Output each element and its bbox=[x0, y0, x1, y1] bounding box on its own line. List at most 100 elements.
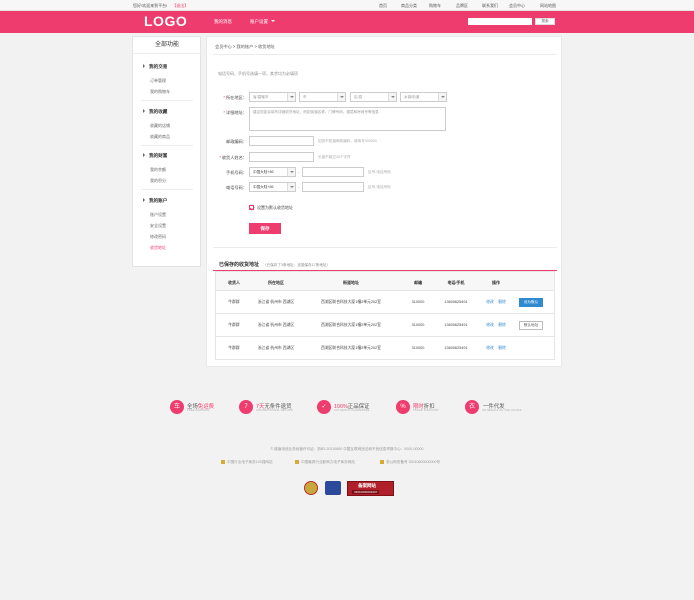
sidebar-section-label: 我的财富 bbox=[149, 153, 168, 158]
street-select[interactable]: 乡镇/街道 bbox=[400, 92, 447, 102]
divider bbox=[141, 145, 193, 146]
saved-addresses-title: 已保存的收货地址 （已保存了3条地址，还能保存17条地址） bbox=[219, 261, 330, 268]
delete-link[interactable]: 删除 bbox=[497, 346, 507, 351]
top-link-brands[interactable]: 品牌区 bbox=[456, 3, 468, 9]
top-link-cart[interactable]: 购物车 bbox=[429, 3, 441, 9]
sidebar-section-trade[interactable]: 我的交易 bbox=[143, 64, 167, 70]
sidebar-item-balance[interactable]: 我的余额 bbox=[150, 167, 166, 173]
header bbox=[0, 11, 694, 33]
sidebar-item-orders[interactable]: 订单管理 bbox=[150, 78, 166, 84]
top-link-categories[interactable]: 商品分类 bbox=[401, 3, 417, 9]
zip-label: 邮政编码： bbox=[226, 139, 247, 144]
district-select[interactable]: 区/县 bbox=[350, 92, 397, 102]
search-button[interactable]: 搜索 bbox=[535, 18, 555, 25]
edit-link[interactable]: 修改 bbox=[485, 346, 495, 351]
col-zip: 邮编 bbox=[414, 280, 422, 285]
search-input[interactable] bbox=[468, 18, 532, 25]
region-label: *所在地区： bbox=[223, 95, 247, 100]
divider bbox=[141, 100, 193, 101]
default-address-checkbox[interactable] bbox=[249, 205, 254, 210]
footer-award-1: 中国行业电子商务100强网站 bbox=[221, 460, 273, 465]
sidebar-section-wealth[interactable]: 我的财富 bbox=[143, 153, 167, 159]
chevron-down-icon bbox=[287, 168, 295, 176]
sidebar-section-favorites[interactable]: 我的收藏 bbox=[143, 109, 167, 115]
top-link-contact[interactable]: 联系我们 bbox=[482, 3, 498, 9]
chevron-down-icon bbox=[438, 93, 446, 101]
logout-link[interactable]: 【退出】 bbox=[172, 3, 188, 8]
default-address-button[interactable]: 默认地址 bbox=[519, 321, 543, 330]
chevron-down-icon bbox=[388, 93, 396, 101]
sidebar-item-account-settings[interactable]: 账户设置 bbox=[150, 212, 166, 218]
sidebar-item-fav-goods[interactable]: 收藏的商品 bbox=[150, 134, 170, 140]
calendar-icon: 7 bbox=[239, 400, 253, 414]
sidebar-section-account[interactable]: 我的账户 bbox=[143, 198, 167, 204]
nav-account-settings[interactable]: 账户设置 bbox=[250, 19, 275, 25]
top-link-sitemap[interactable]: 网站地图 bbox=[540, 3, 556, 9]
feature-subtitle: UNCONDITIONAL RETURN bbox=[256, 409, 293, 412]
logo[interactable]: LOGO bbox=[144, 13, 187, 29]
badge-title: 备案网站 bbox=[358, 483, 376, 488]
mobile-input[interactable] bbox=[302, 167, 364, 177]
save-button[interactable]: 保存 bbox=[249, 223, 281, 234]
mobile-hint: 区号-电话号码 bbox=[368, 170, 391, 174]
footer-license: © 增值电信业务经营许可证：浙B2-20110860 中国互联网违法和不良信息举… bbox=[270, 447, 424, 451]
chevron-down-icon bbox=[271, 20, 275, 22]
dash: - bbox=[298, 169, 300, 174]
set-default-button[interactable]: 设为默认 bbox=[519, 298, 543, 307]
col-phone: 电话/手机 bbox=[447, 280, 465, 285]
top-link-member[interactable]: 会员中心 bbox=[509, 3, 525, 9]
breadcrumb-member[interactable]: 会员中心 bbox=[215, 44, 232, 49]
caret-right-icon bbox=[143, 153, 145, 157]
sidebar-item-points[interactable]: 我的积分 bbox=[150, 178, 166, 184]
dash: - bbox=[298, 184, 300, 189]
col-recipient: 收货人 bbox=[228, 280, 240, 285]
top-bar: 您好!欢迎来到平台! 【退出】 首页 商品分类 购物车 品牌区 联系我们 会员中心… bbox=[0, 0, 694, 11]
sidebar-item-security[interactable]: 安全设置 bbox=[150, 223, 166, 229]
row-name: 牛群群 bbox=[228, 323, 240, 327]
detail-address-textarea[interactable]: 建议您如实填写详细收货地址，例如街道名称，门牌号码，楼层和房间号等信息 bbox=[249, 107, 446, 131]
row-zip: 310000 bbox=[411, 346, 425, 350]
breadcrumb-account[interactable]: 我的账户 bbox=[237, 44, 254, 49]
divider bbox=[141, 189, 193, 190]
name-hint: 长度不超过25个字符 bbox=[318, 155, 351, 159]
sidebar: 全部功能 我的交易 订单管理 我的购物车 我的收藏 收藏的店铺 收藏的商品 我的… bbox=[132, 36, 201, 267]
zip-input[interactable] bbox=[249, 136, 314, 146]
feature-subtitle: TRADE DISCOUNT bbox=[413, 409, 439, 412]
edit-link[interactable]: 修改 bbox=[485, 300, 495, 305]
chevron-down-icon bbox=[337, 93, 345, 101]
row-zip: 310000 bbox=[411, 323, 425, 327]
police-icon bbox=[380, 460, 384, 464]
truck-icon: 车 bbox=[170, 400, 184, 414]
footer-award-3: 浙公网安备号 33010600000000号 bbox=[380, 460, 440, 465]
sidebar-item-fav-shops[interactable]: 收藏的店铺 bbox=[150, 123, 170, 129]
table-row: 牛群群 浙江省 杭州市 西湖区 西湖区联合科技大厦1幢2单元202室 31000… bbox=[215, 291, 555, 314]
phone-country-select[interactable]: 中国大陆+86 bbox=[249, 182, 296, 192]
row-region: 浙江省 杭州市 西湖区 bbox=[257, 346, 295, 350]
record-site-badge[interactable]: 备案网站 33010000001097 bbox=[347, 481, 394, 496]
mobile-country-select[interactable]: 中国大陆+86 bbox=[249, 167, 296, 177]
phone-input[interactable] bbox=[302, 182, 364, 192]
saved-addresses-count: （已保存了3条地址，还能保存17条地址） bbox=[263, 263, 331, 267]
police-badge-icon bbox=[304, 481, 318, 495]
sidebar-item-cart[interactable]: 我的购物车 bbox=[150, 89, 170, 95]
recipient-name-input[interactable] bbox=[249, 152, 314, 162]
col-operation: 操作 bbox=[492, 280, 500, 285]
city-select[interactable]: 市 bbox=[299, 92, 346, 102]
row-street: 西湖区联合科技大厦1幢2单元202室 bbox=[321, 323, 381, 327]
delete-link[interactable]: 删除 bbox=[497, 300, 507, 305]
nav-messages[interactable]: 我的消息 bbox=[214, 19, 232, 25]
edit-link[interactable]: 修改 bbox=[485, 323, 495, 328]
row-name: 牛群群 bbox=[228, 346, 240, 350]
phone-hint: 区号-电话号码 bbox=[368, 185, 391, 189]
delete-link[interactable]: 删除 bbox=[497, 323, 507, 328]
network-police-icon bbox=[325, 481, 341, 495]
chevron-down-icon bbox=[287, 183, 295, 191]
row-phone: 13600625491 bbox=[444, 323, 468, 327]
province-select[interactable]: 省/直辖市 bbox=[249, 92, 296, 102]
sidebar-item-address[interactable]: 收货地址 bbox=[150, 245, 166, 251]
top-link-home[interactable]: 首页 bbox=[379, 3, 387, 9]
sidebar-section-label: 我的账户 bbox=[149, 198, 168, 203]
nav-account-label: 账户设置 bbox=[250, 19, 268, 24]
sidebar-item-password[interactable]: 修改密码 bbox=[150, 234, 166, 240]
name-label: *收货人姓名： bbox=[219, 155, 247, 160]
